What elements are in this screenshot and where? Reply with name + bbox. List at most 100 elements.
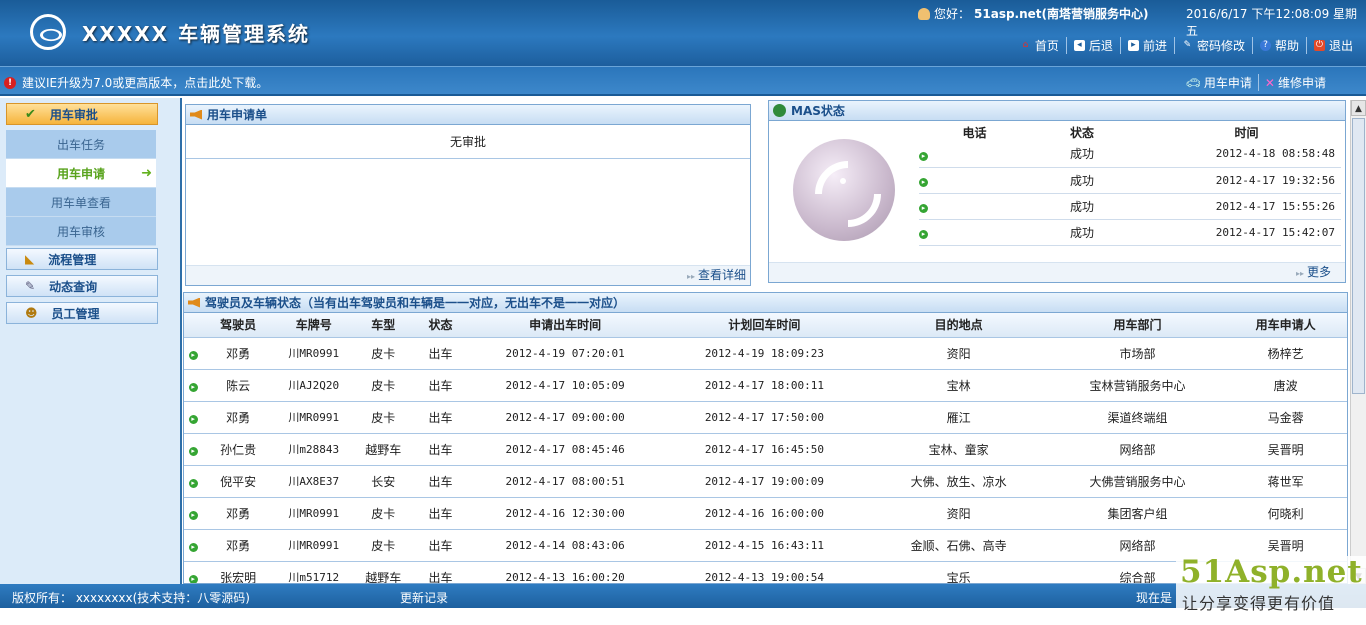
- driver-col-4: 申请出车时间: [468, 313, 663, 338]
- sidebar-group-process[interactable]: ◣ 流程管理: [6, 248, 158, 270]
- driver-cell: 宝乐: [866, 561, 1051, 583]
- user-name: 51asp.net(南塔营销服务中心): [974, 7, 1149, 21]
- nav-password[interactable]: ✎ 密码修改: [1173, 37, 1252, 54]
- table-row[interactable]: ▸ 张宏明 川m51712 越野车 出车 2012-4-13 16:00:20 2012-4…: [184, 561, 1347, 583]
- driver-cell: 出车: [412, 529, 469, 562]
- notice-bar: ! 建议IE升级为7.0或更高版本，点击此处下载。 🚗︎ 用车申请 ✕ 维修申请: [0, 66, 1366, 96]
- scroll-up-icon[interactable]: ▲: [1351, 100, 1366, 116]
- driver-cell: 市场部: [1050, 337, 1225, 370]
- driver-cell: 皮卡: [353, 529, 413, 562]
- vertical-scrollbar[interactable]: ▲ ▼: [1350, 100, 1366, 584]
- driver-cell: 长安: [353, 465, 413, 498]
- sidebar-group-staff[interactable]: ☻ 员工管理: [6, 302, 158, 324]
- table-row[interactable]: ▸ 孙仁贵 川m28843 越野车 出车 2012-4-17 08:45:46 2012-4…: [184, 433, 1347, 466]
- table-row[interactable]: ▸ 陈云 川AJ2Q20 皮卡 出车 2012-4-17 10:05:09 2012-4-1…: [184, 369, 1347, 402]
- arrow-icon: ▸: [919, 151, 928, 161]
- driver-col-7: 用车部门: [1050, 313, 1225, 338]
- arrow-icon: ▸: [919, 204, 928, 213]
- refresh-icon: [793, 139, 895, 241]
- driver-panel: 驾驶员及车辆状态（当有出车驾驶员和车辆是一一对应，无出车不是一一对应） 驾驶员车…: [183, 292, 1348, 584]
- driver-cell: 2012-4-17 19:00:09: [662, 465, 867, 498]
- exit-icon: ⏻: [1313, 40, 1325, 51]
- logo-icon: [30, 14, 66, 50]
- table-row[interactable]: ▸ 邓勇 川MR0991 皮卡 出车 2012-4-16 12:30:00 2012-4-1…: [184, 497, 1347, 530]
- driver-cell: 2012-4-15 16:43:11: [662, 529, 867, 562]
- nav-back[interactable]: ◂ 后退: [1065, 37, 1120, 54]
- forward-icon: ▸: [1127, 40, 1139, 51]
- quick-car-application[interactable]: 🚗︎ 用车申请: [1180, 74, 1258, 91]
- table-row[interactable]: ▸ 邓勇 川MR0991 皮卡 出车 2012-4-14 08:43:06 2012-4-1…: [184, 529, 1347, 562]
- driver-cell: 网络部: [1050, 433, 1225, 466]
- application-panel-footer: [186, 265, 750, 285]
- driver-cell: 吴晋明: [1224, 433, 1347, 466]
- driver-cell: 马金蓉: [1224, 401, 1347, 434]
- application-panel: 用车申请单 无审批 查看详细: [185, 104, 751, 286]
- sidebar-group-query[interactable]: ✎ 动态查询: [6, 275, 158, 297]
- driver-cell: 蒋世军: [1224, 465, 1347, 498]
- nav-forward[interactable]: ▸ 前进: [1119, 37, 1174, 54]
- back-icon: ◂: [1073, 40, 1085, 51]
- table-row[interactable]: ▸ 倪平安 川AX8E37 长安 出车 2012-4-17 08:00:51 2012-4-…: [184, 465, 1347, 498]
- driver-cell: 出车: [412, 369, 469, 402]
- nav-home[interactable]: ⌂ 首页: [1013, 37, 1066, 54]
- arrow-icon: ▸: [188, 543, 198, 552]
- driver-cell: 张宏明: [202, 561, 274, 583]
- view-detail-link[interactable]: 查看详细: [687, 266, 746, 283]
- nav-help[interactable]: ? 帮助: [1251, 37, 1306, 54]
- header: XXXXX 车辆管理系统 您好： 51asp.net(南塔营销服务中心) 201…: [0, 0, 1366, 66]
- driver-cell: 川AJ2Q20: [273, 369, 354, 402]
- driver-col-0: 驾驶员: [202, 313, 274, 338]
- table-row: ▸ 成功 2012-4-17 15:55:26: [919, 193, 1341, 220]
- warning-icon: !: [4, 76, 16, 89]
- driver-cell: 2012-4-13 19:00:54: [662, 561, 867, 583]
- driver-cell: 宝林、童家: [866, 433, 1051, 466]
- driver-cell: 2012-4-17 08:45:46: [468, 433, 663, 466]
- arrow-icon: ▸: [919, 178, 928, 187]
- edit-icon: ✎: [25, 279, 36, 293]
- driver-cell: 皮卡: [353, 369, 413, 402]
- driver-cell: 资阳: [866, 497, 1051, 530]
- car-icon: 🚗︎: [1185, 75, 1201, 90]
- watermark: 51Asp.net 让分享变得更有价值: [1176, 554, 1366, 613]
- mas-col-phone: 电话: [962, 125, 987, 140]
- table-row[interactable]: ▸ 邓勇 川MR0991 皮卡 出车 2012-4-19 07:20:01 2012-4-1…: [184, 337, 1347, 370]
- user-greeting: 您好： 51asp.net(南塔营销服务中心): [918, 5, 1149, 22]
- driver-cell: 川MR0991: [273, 337, 354, 370]
- driver-cell: 川MR0991: [273, 497, 354, 530]
- footer: 版权所有： xxxxxxxx(技术支持：八零源码) 更新记录 现在是: [0, 584, 1366, 625]
- watermark-slogan: 让分享变得更有价值: [1182, 594, 1336, 613]
- copyright: 版权所有： xxxxxxxx(技术支持：八零源码): [12, 591, 250, 605]
- sidebar-item-application-view[interactable]: 用车单查看: [6, 188, 156, 217]
- driver-cell: 邓勇: [202, 497, 274, 530]
- sidebar-item-dispatch-task[interactable]: 出车任务: [6, 130, 156, 159]
- sidebar-item-car-application[interactable]: 用车申请: [6, 159, 156, 188]
- sidebar-group-approval[interactable]: ✔ 用车审批: [6, 103, 158, 125]
- driver-cell: 集团客户组: [1050, 497, 1225, 530]
- sidebar-item-application-review[interactable]: 用车审核: [6, 217, 156, 246]
- driver-cell: 邓勇: [202, 401, 274, 434]
- app-title: XXXXX 车辆管理系统: [82, 22, 311, 46]
- globe-icon: [773, 104, 786, 117]
- changelog-link[interactable]: 更新记录: [400, 589, 448, 606]
- driver-col-2: 车型: [353, 313, 413, 338]
- nav-exit[interactable]: ⏻ 退出: [1305, 37, 1360, 54]
- person-icon: ☻: [25, 306, 38, 320]
- table-row[interactable]: ▸ 邓勇 川MR0991 皮卡 出车 2012-4-17 09:00:00 2012-4-1…: [184, 401, 1347, 434]
- footer-bar: 版权所有： xxxxxxxx(技术支持：八零源码) 更新记录 现在是: [0, 584, 1366, 608]
- arrow-icon: ▸: [188, 415, 198, 424]
- mas-table: 电话 状态 时间 ▸ 成功 2012-4-18 08:58:48 ▸ 成功 2012-4…: [919, 123, 1341, 246]
- table-row: ▸ 成功 2012-4-17 19:32:56: [919, 167, 1341, 194]
- driver-cell: 杨梓艺: [1224, 337, 1347, 370]
- more-link[interactable]: 更多: [1296, 263, 1331, 280]
- ie-upgrade-link[interactable]: ! 建议IE升级为7.0或更高版本，点击此处下载。: [4, 74, 268, 91]
- driver-cell: 2012-4-17 17:50:00: [662, 401, 867, 434]
- user-icon: [918, 7, 930, 20]
- driver-cell: 2012-4-17 16:45:50: [662, 433, 867, 466]
- greeting-prefix: 您好：: [934, 7, 971, 21]
- home-icon: ⌂: [1022, 40, 1029, 50]
- quick-repair-application[interactable]: ✕ 维修申请: [1257, 74, 1332, 91]
- top-nav: ⌂ 首页 ◂ 后退 ▸ 前进 ✎ 密码修改 ? 帮助 ⏻ 退出: [1013, 37, 1360, 54]
- datetime: 2016/6/17 下午12:08:09 星期五: [1186, 7, 1358, 38]
- arrow-icon: ▸: [919, 230, 928, 239]
- scroll-thumb[interactable]: [1352, 118, 1365, 394]
